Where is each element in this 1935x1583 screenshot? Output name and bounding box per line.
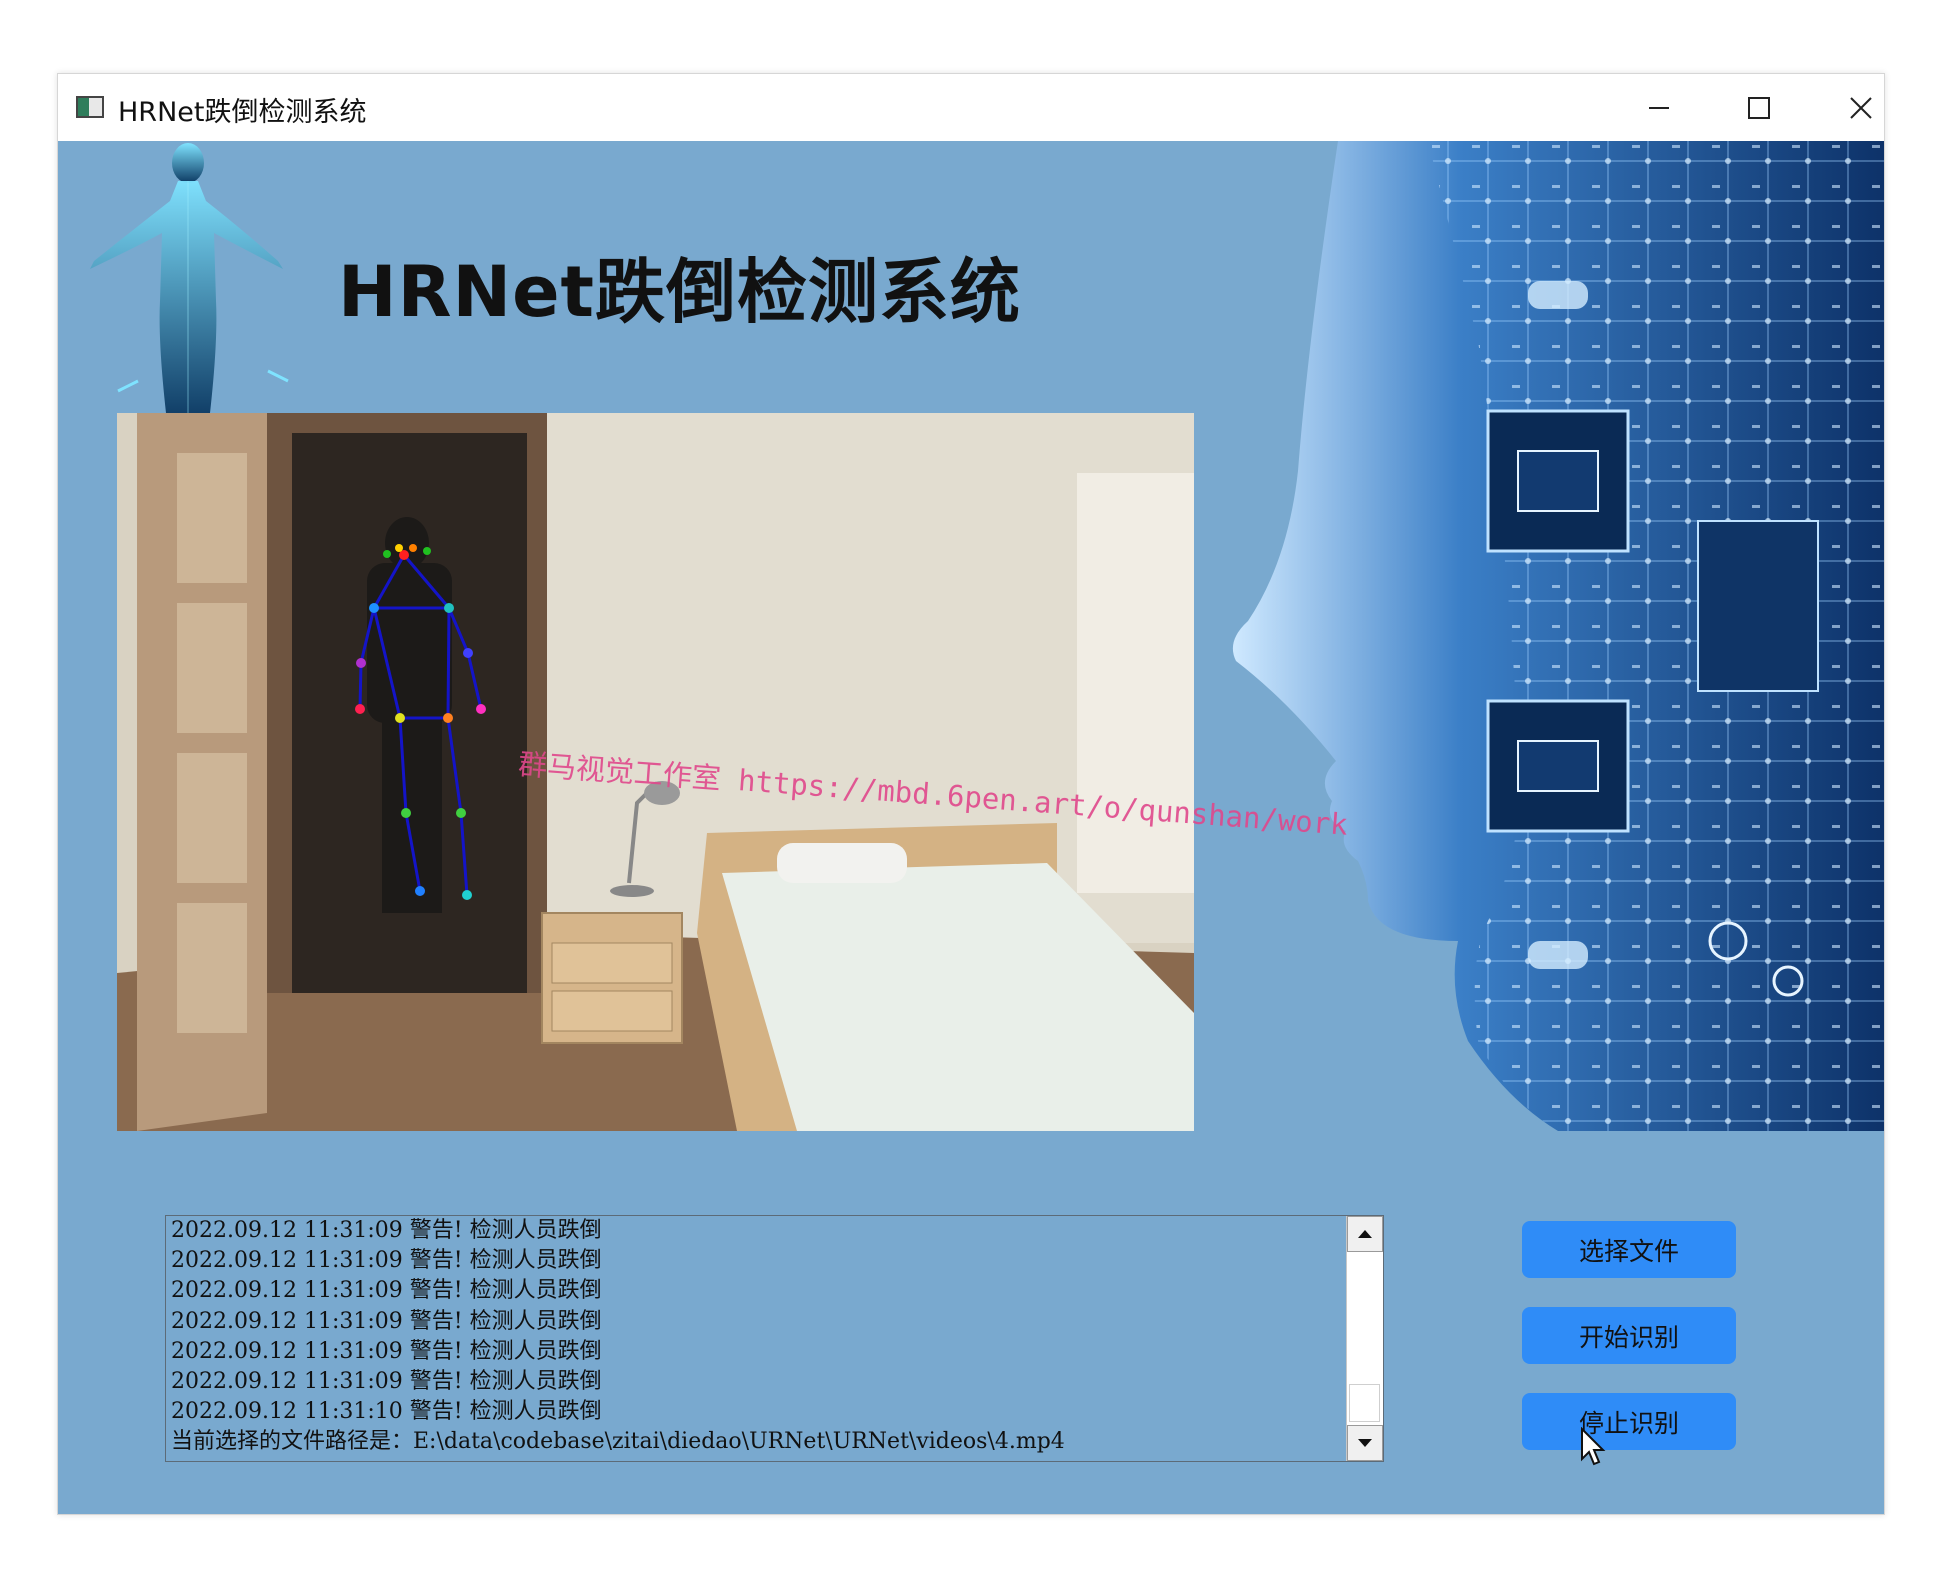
log-line: 2022.09.12 11:31:09 警告! 检测人员跌倒 — [171, 1338, 602, 1364]
close-button[interactable] — [1826, 84, 1896, 132]
mouse-cursor-icon — [1581, 1427, 1606, 1466]
minimize-icon — [1649, 107, 1669, 109]
log-textbox[interactable]: 2022.09.12 11:31:09 警告! 检测人员跌倒 2022.09.1… — [165, 1215, 1384, 1462]
log-line: 2022.09.12 11:31:09 警告! 检测人员跌倒 — [171, 1308, 602, 1334]
title-bar: HRNet跌倒检测系统 — [58, 74, 1884, 141]
start-recognition-button[interactable]: 开始识别 — [1522, 1307, 1736, 1364]
log-line: 2022.09.12 11:31:10 警告! 检测人员跌倒 — [171, 1399, 602, 1425]
app-window: HRNet跌倒检测系统 HRNet跌倒检测系统 群马视觉工作室 https://… — [57, 73, 1885, 1515]
main-panel: HRNet跌倒检测系统 群马视觉工作室 https://mbd.6pen.art… — [58, 141, 1884, 1514]
arrow-down-icon — [1358, 1439, 1372, 1447]
log-line: 2022.09.12 11:31:09 警告! 检测人员跌倒 — [171, 1248, 602, 1274]
log-lines: 2022.09.12 11:31:09 警告! 检测人员跌倒 2022.09.1… — [171, 1216, 1345, 1458]
scroll-up-button[interactable] — [1347, 1216, 1383, 1252]
scroll-down-button[interactable] — [1347, 1425, 1383, 1461]
log-line: 2022.09.12 11:31:09 警告! 检测人员跌倒 — [171, 1218, 602, 1243]
maximize-icon — [1748, 97, 1770, 119]
app-icon — [76, 96, 104, 118]
scroll-thumb[interactable] — [1349, 1384, 1380, 1422]
stop-recognition-button[interactable]: 停止识别 — [1522, 1393, 1736, 1450]
app-heading: HRNet跌倒检测系统 — [338, 251, 1022, 333]
log-line: 当前选择的文件路径是：E:\data\codebase\zitai\diedao… — [171, 1429, 1065, 1455]
log-line: 2022.09.12 11:31:09 警告! 检测人员跌倒 — [171, 1278, 602, 1304]
log-line: 2022.09.12 11:31:09 警告! 检测人员跌倒 — [171, 1368, 602, 1394]
minimize-button[interactable] — [1624, 84, 1694, 132]
window-title: HRNet跌倒检测系统 — [118, 97, 367, 128]
arrow-up-icon — [1358, 1230, 1372, 1238]
select-file-button[interactable]: 选择文件 — [1522, 1221, 1736, 1278]
maximize-button[interactable] — [1724, 84, 1794, 132]
circuit-head-illustration — [1232, 141, 1884, 1131]
close-icon — [1850, 97, 1872, 119]
log-scrollbar[interactable] — [1346, 1216, 1383, 1461]
wireframe-human-figure — [90, 143, 289, 413]
